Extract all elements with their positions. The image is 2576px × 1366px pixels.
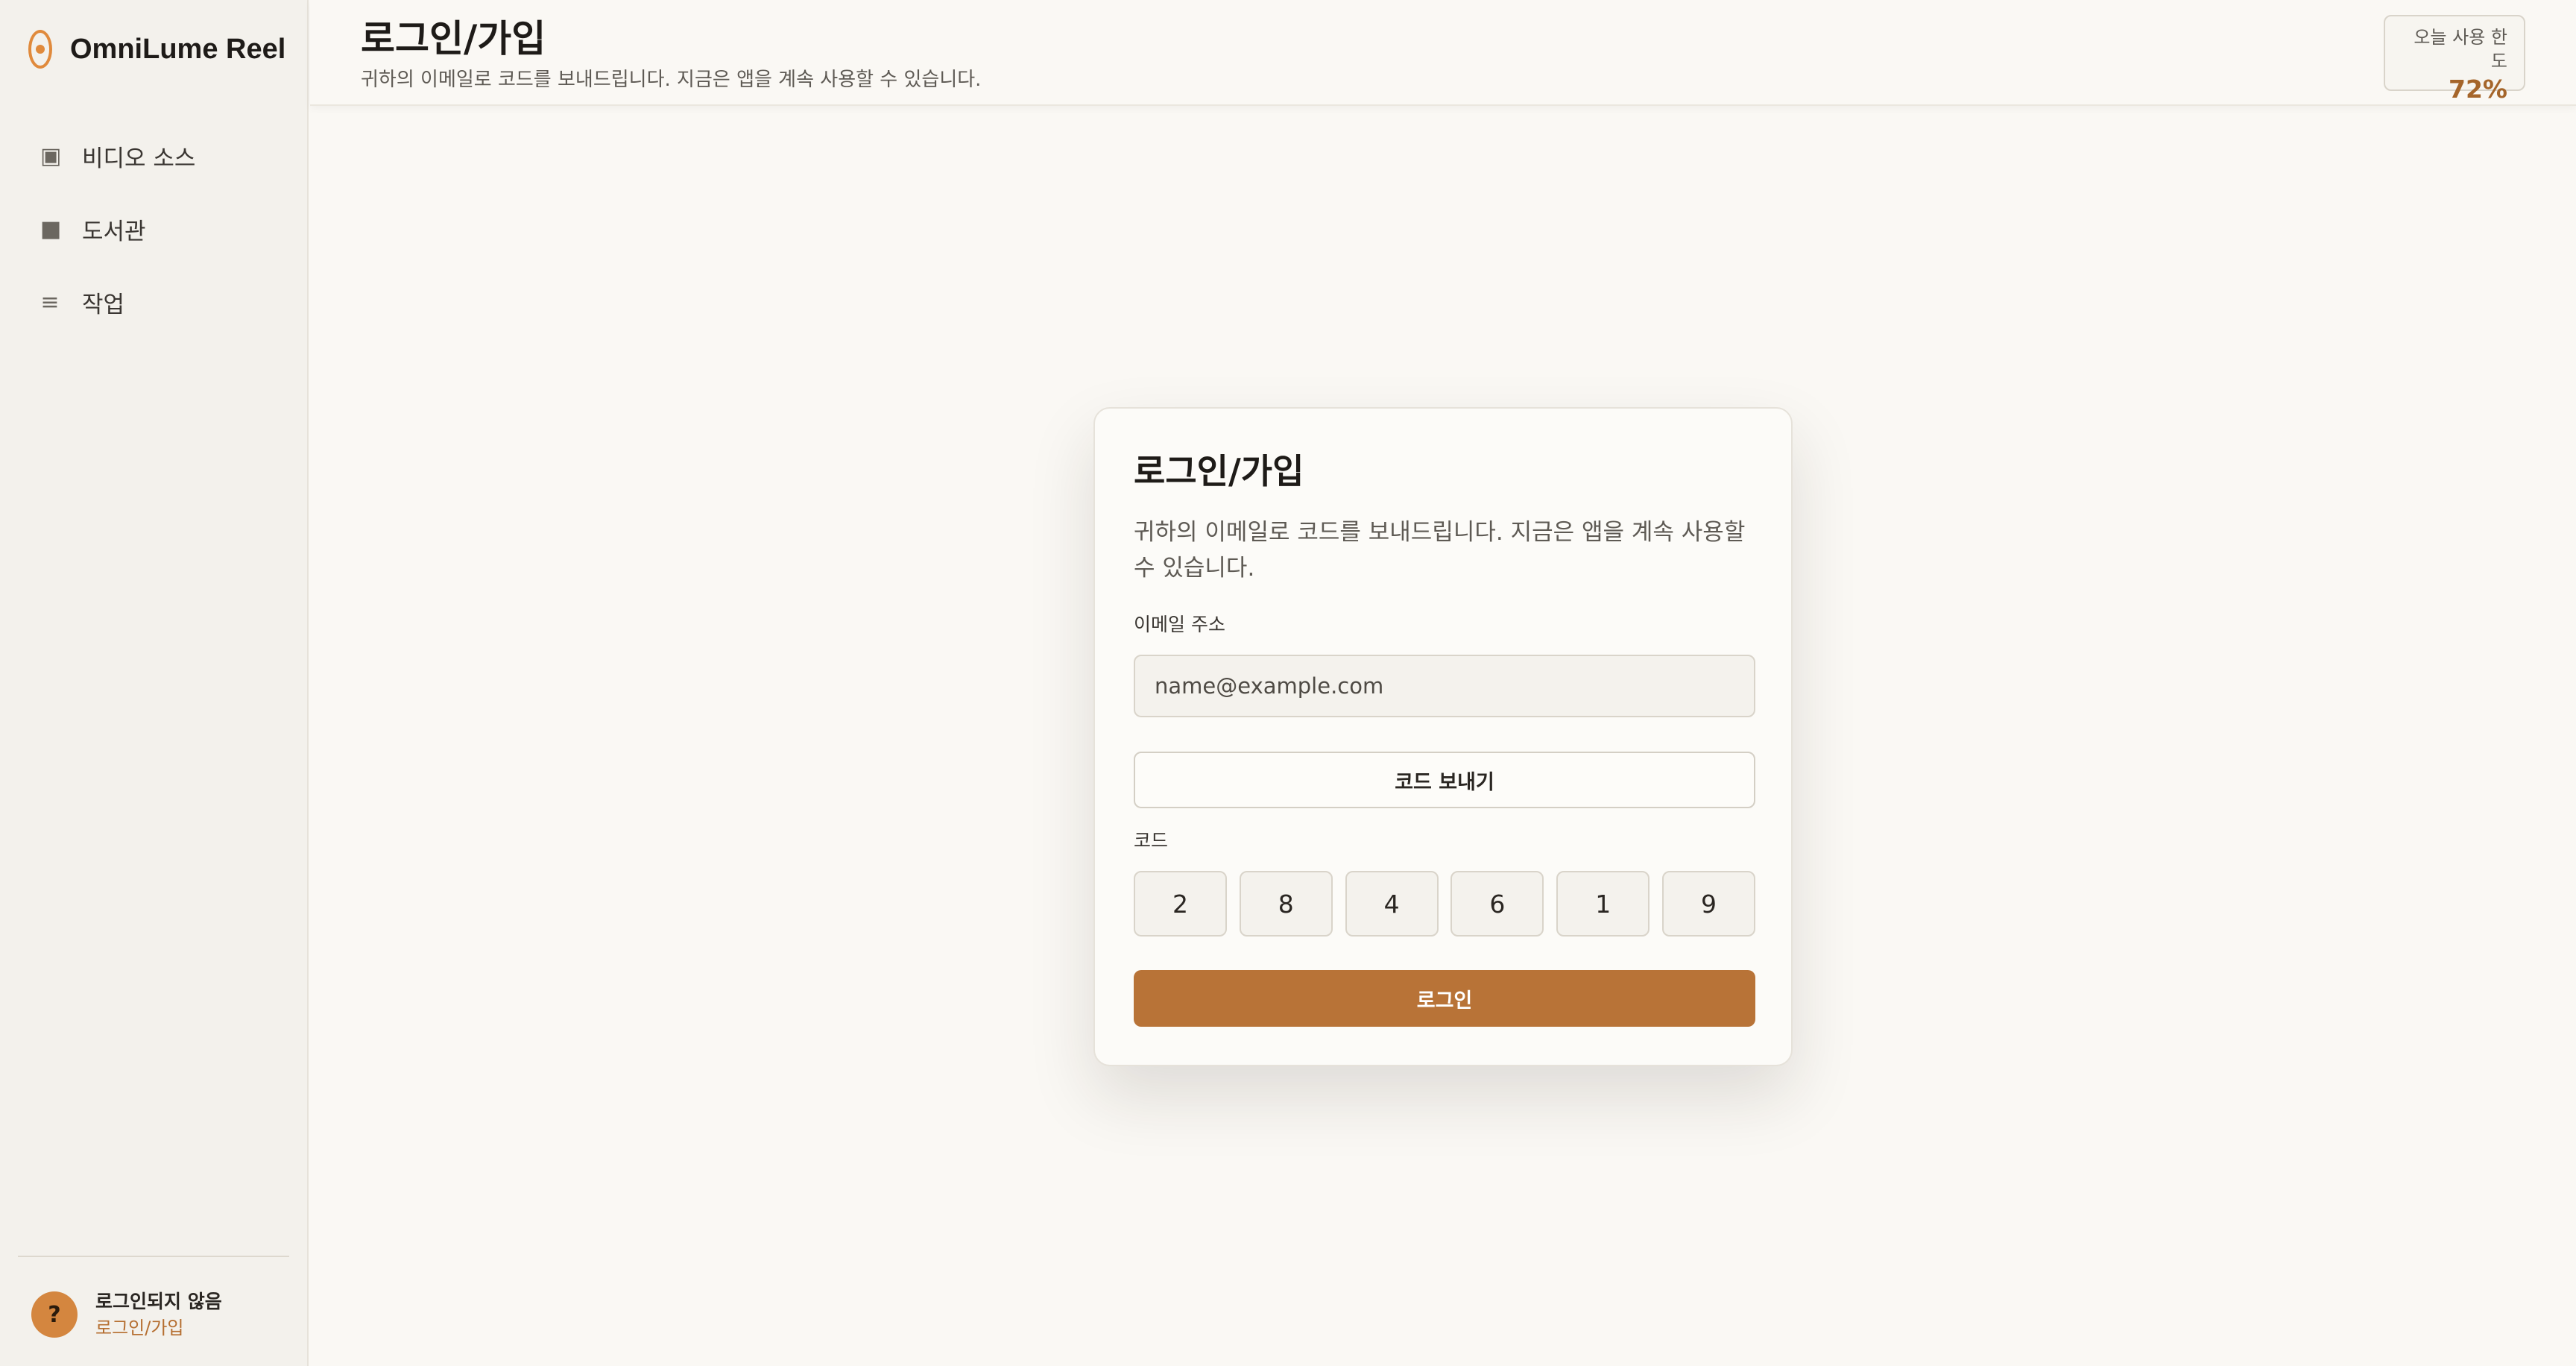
sidebar-item-library[interactable]: ■ 도서관	[0, 204, 309, 254]
user-status: 로그인되지 않음	[95, 1291, 222, 1312]
app-name: OmniLume Reel	[70, 33, 286, 65]
video-source-icon: ▣	[40, 142, 62, 169]
user-info: 로그인되지 않음 로그인/가입	[95, 1288, 222, 1341]
code-digit-1[interactable]	[1134, 871, 1227, 937]
app-logo-icon	[28, 30, 52, 69]
email-field[interactable]	[1134, 655, 1755, 717]
quota-value: 72%	[2449, 75, 2507, 104]
sidebar: OmniLume Reel ▣ 비디오 소스 ■ 도서관 ≡ 작업 ? 로그인되…	[0, 0, 309, 1366]
sidebar-item-label: 비디오 소스	[82, 145, 196, 172]
send-code-button[interactable]: 코드 보내기	[1134, 752, 1755, 808]
page-title: 로그인/가입	[361, 17, 546, 60]
page-subtitle: 귀하의 이메일로 코드를 보내드립니다. 지금은 앱을 계속 사용할 수 있습니…	[361, 69, 982, 91]
verification-code-inputs	[1134, 871, 1755, 937]
sidebar-item-video-sources[interactable]: ▣ 비디오 소스	[0, 131, 309, 180]
login-card-description: 귀하의 이메일로 코드를 보내드립니다. 지금은 앱을 계속 사용할 수 있습니…	[1134, 519, 1746, 582]
page-header: 로그인/가입 귀하의 이메일로 코드를 보내드립니다. 지금은 앱을 계속 사용…	[310, 0, 2576, 106]
code-digit-6[interactable]	[1661, 871, 1755, 937]
jobs-icon: ≡	[40, 289, 60, 315]
login-button[interactable]: 로그인	[1134, 970, 1755, 1027]
login-card: 로그인/가입 귀하의 이메일로 코드를 보내드립니다. 지금은 앱을 계속 사용…	[1093, 407, 1793, 1066]
code-digit-4[interactable]	[1450, 871, 1544, 937]
code-digit-2[interactable]	[1239, 871, 1333, 937]
sidebar-item-label: 작업	[82, 291, 125, 318]
sidebar-login-link[interactable]: 로그인/가입	[95, 1315, 222, 1341]
sidebar-item-label: 도서관	[82, 218, 146, 245]
user-account[interactable]: ? 로그인되지 않음 로그인/가입	[31, 1288, 222, 1341]
avatar[interactable]: ?	[31, 1291, 78, 1338]
login-card-title: 로그인/가입	[1134, 451, 1304, 491]
sidebar-nav: ▣ 비디오 소스 ■ 도서관 ≡ 작업	[0, 131, 309, 350]
code-digit-3[interactable]	[1345, 871, 1439, 937]
email-label: 이메일 주소	[1134, 614, 1225, 635]
code-digit-5[interactable]	[1556, 871, 1650, 937]
usage-quota-badge: 오늘 사용 한도 72%	[2384, 15, 2525, 104]
brand[interactable]: OmniLume Reel	[28, 27, 285, 72]
sidebar-divider	[18, 1256, 289, 1257]
code-label: 코드	[1134, 830, 1169, 852]
library-icon: ■	[40, 215, 62, 242]
sidebar-item-jobs[interactable]: ≡ 작업	[0, 277, 309, 327]
quota-label: 오늘 사용 한도	[2414, 27, 2507, 72]
